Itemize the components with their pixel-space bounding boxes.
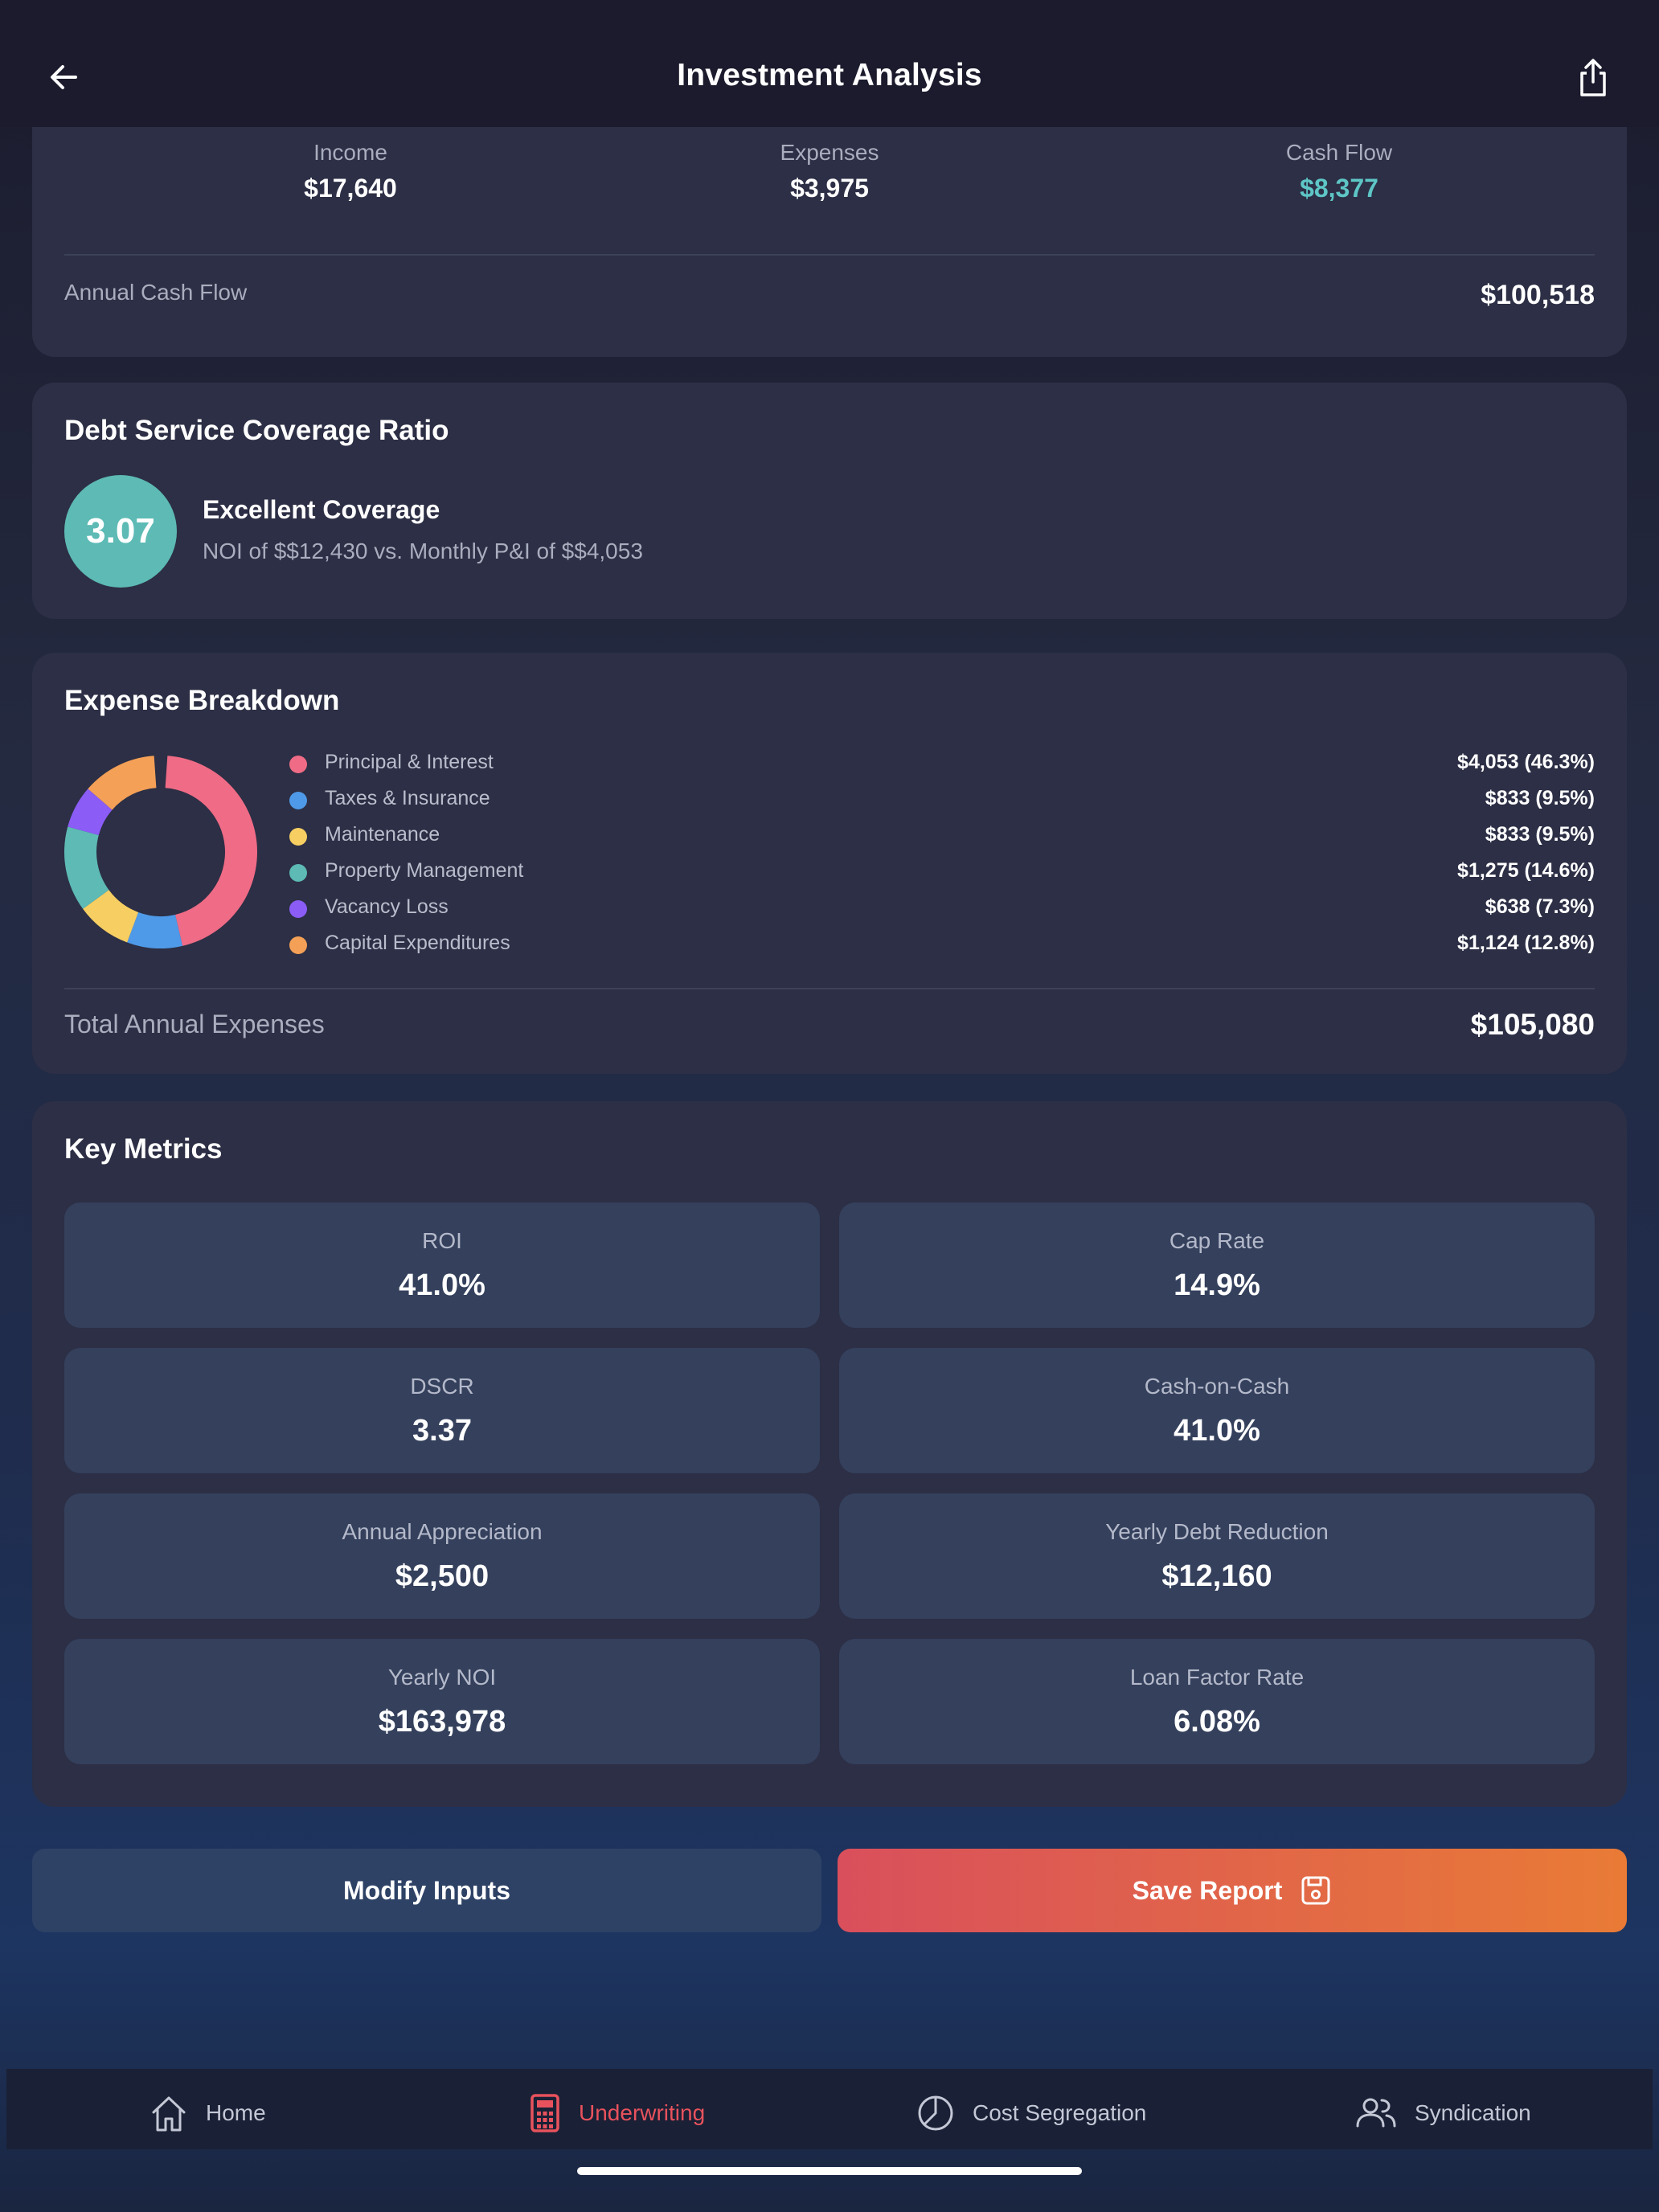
home-indicator[interactable]	[577, 2167, 1082, 2175]
tab-home-label: Home	[206, 2100, 266, 2125]
legend-item: Maintenance $833 (9.5%)	[289, 820, 1595, 856]
legend-color-dot	[289, 936, 307, 954]
income-value: $17,640	[304, 174, 397, 203]
metric-label: Cap Rate	[1169, 1228, 1265, 1253]
metric-value: 41.0%	[1174, 1414, 1260, 1448]
legend-value: $4,053 (46.3%)	[1457, 751, 1595, 773]
metric-tile: Cash-on-Cash 41.0%	[839, 1348, 1595, 1473]
metric-tile: Loan Factor Rate 6.08%	[839, 1639, 1595, 1764]
metric-value: 6.08%	[1174, 1705, 1260, 1739]
dscr-value-badge: 3.07	[64, 475, 177, 588]
calculator-icon	[530, 2094, 559, 2132]
expenses-label: Expenses	[780, 140, 879, 165]
share-button[interactable]	[1575, 58, 1611, 98]
expense-breakdown-title: Expense Breakdown	[64, 685, 340, 716]
metric-value: 14.9%	[1174, 1268, 1260, 1302]
expenses-summary: Expenses $3,975	[669, 140, 990, 203]
dscr-title: Debt Service Coverage Ratio	[64, 415, 449, 446]
legend-item: Capital Expenditures $1,124 (12.8%)	[289, 928, 1595, 965]
metric-label: Yearly Debt Reduction	[1105, 1519, 1329, 1544]
metric-value: 41.0%	[399, 1268, 485, 1302]
modify-inputs-label: Modify Inputs	[343, 1875, 510, 1905]
share-icon	[1580, 59, 1606, 96]
pie-chart-icon	[918, 2095, 953, 2131]
metric-label: Annual Appreciation	[342, 1519, 543, 1544]
legend-color-dot	[289, 828, 307, 846]
dscr-detail: NOI of $$12,430 vs. Monthly P&I of $$4,0…	[203, 539, 643, 563]
legend-color-dot	[289, 900, 307, 918]
metric-value: 3.37	[412, 1414, 472, 1448]
legend-item: Principal & Interest $4,053 (46.3%)	[289, 748, 1595, 784]
tab-home[interactable]: Home	[150, 2093, 266, 2133]
legend-value: $638 (7.3%)	[1485, 895, 1595, 918]
dscr-status: Excellent Coverage	[203, 495, 440, 524]
donut-slice	[165, 756, 257, 946]
tab-syndication-label: Syndication	[1415, 2100, 1531, 2125]
metric-tile: Yearly Debt Reduction $12,160	[839, 1493, 1595, 1619]
legend-label: Vacancy Loss	[325, 895, 449, 918]
metric-value: $2,500	[395, 1559, 490, 1593]
legend-label: Property Management	[325, 859, 524, 882]
income-label: Income	[313, 140, 387, 165]
modify-inputs-button[interactable]: Modify Inputs	[32, 1849, 821, 1932]
legend-label: Capital Expenditures	[325, 932, 510, 954]
legend-label: Principal & Interest	[325, 751, 494, 773]
cashflow-label: Cash Flow	[1285, 140, 1393, 165]
key-metrics-title: Key Metrics	[64, 1133, 223, 1165]
users-icon	[1356, 2098, 1396, 2128]
metric-label: Yearly NOI	[387, 1665, 497, 1690]
monthly-summary-card: Income $17,640 Expenses $3,975 Cash Flow…	[32, 88, 1627, 357]
annual-cashflow-value: $100,518	[1481, 280, 1595, 310]
legend-item: Vacancy Loss $638 (7.3%)	[289, 892, 1595, 928]
legend-value: $833 (9.5%)	[1485, 787, 1595, 809]
divider	[64, 988, 1595, 989]
cashflow-value: $8,377	[1300, 174, 1378, 203]
bottom-tab-bar: Home Underwriting Cost Segregation Syndi…	[6, 2069, 1653, 2149]
save-report-button[interactable]: Save Report	[838, 1849, 1627, 1932]
dscr-card: Debt Service Coverage Ratio 3.07 Excelle…	[32, 383, 1627, 619]
tab-underwriting-label: Underwriting	[579, 2100, 706, 2125]
legend-item: Taxes & Insurance $833 (9.5%)	[289, 784, 1595, 820]
legend-value: $833 (9.5%)	[1485, 823, 1595, 846]
legend-value: $1,275 (14.6%)	[1457, 859, 1595, 882]
income-summary: Income $17,640	[190, 140, 511, 203]
legend-item: Property Management $1,275 (14.6%)	[289, 856, 1595, 892]
legend-value: $1,124 (12.8%)	[1457, 932, 1595, 954]
metric-tile: DSCR 3.37	[64, 1348, 820, 1473]
tab-cost-segregation-label: Cost Segregation	[973, 2100, 1147, 2125]
cashflow-summary: Cash Flow $8,377	[1178, 140, 1500, 203]
legend-label: Taxes & Insurance	[325, 787, 490, 809]
metric-tile: ROI 41.0%	[64, 1202, 820, 1328]
metric-tile: Cap Rate 14.9%	[839, 1202, 1595, 1328]
legend-color-dot	[289, 756, 307, 773]
tab-syndication[interactable]: Syndication	[1355, 2093, 1531, 2133]
tab-underwriting[interactable]: Underwriting	[529, 2093, 705, 2133]
legend-label: Maintenance	[325, 823, 440, 846]
key-metrics-card: Key Metrics ROI 41.0% Cap Rate 14.9% DSCR 3.3…	[32, 1101, 1627, 1807]
annual-cashflow-label: Annual Cash Flow	[64, 280, 248, 305]
page-title: Investment Analysis	[677, 58, 982, 92]
save-report-label: Save Report	[1132, 1875, 1283, 1905]
home-icon	[152, 2096, 186, 2132]
expense-breakdown-card: Expense Breakdown Principal & Interest $4…	[32, 653, 1627, 1074]
total-expenses-label: Total Annual Expenses	[64, 1010, 325, 1038]
metric-tile: Annual Appreciation $2,500	[64, 1493, 820, 1619]
metric-value: $12,160	[1161, 1559, 1272, 1593]
floppy-disk-icon	[1301, 1876, 1330, 1905]
metric-label: Cash-on-Cash	[1144, 1374, 1290, 1399]
expenses-value: $3,975	[790, 174, 869, 203]
total-expenses-value: $105,080	[1470, 1008, 1595, 1041]
tab-cost-segregation[interactable]: Cost Segregation	[916, 2093, 1146, 2133]
legend-color-dot	[289, 864, 307, 882]
metric-tile: Yearly NOI $163,978	[64, 1639, 820, 1764]
divider	[64, 254, 1595, 256]
legend-color-dot	[289, 792, 307, 809]
metric-label: Loan Factor Rate	[1129, 1665, 1305, 1690]
metric-label: ROI	[422, 1228, 462, 1253]
top-nav-bar: Investment Analysis	[0, 0, 1659, 127]
metric-value: $163,978	[378, 1705, 506, 1739]
expense-donut-chart	[64, 756, 257, 948]
metric-label: DSCR	[410, 1374, 474, 1399]
